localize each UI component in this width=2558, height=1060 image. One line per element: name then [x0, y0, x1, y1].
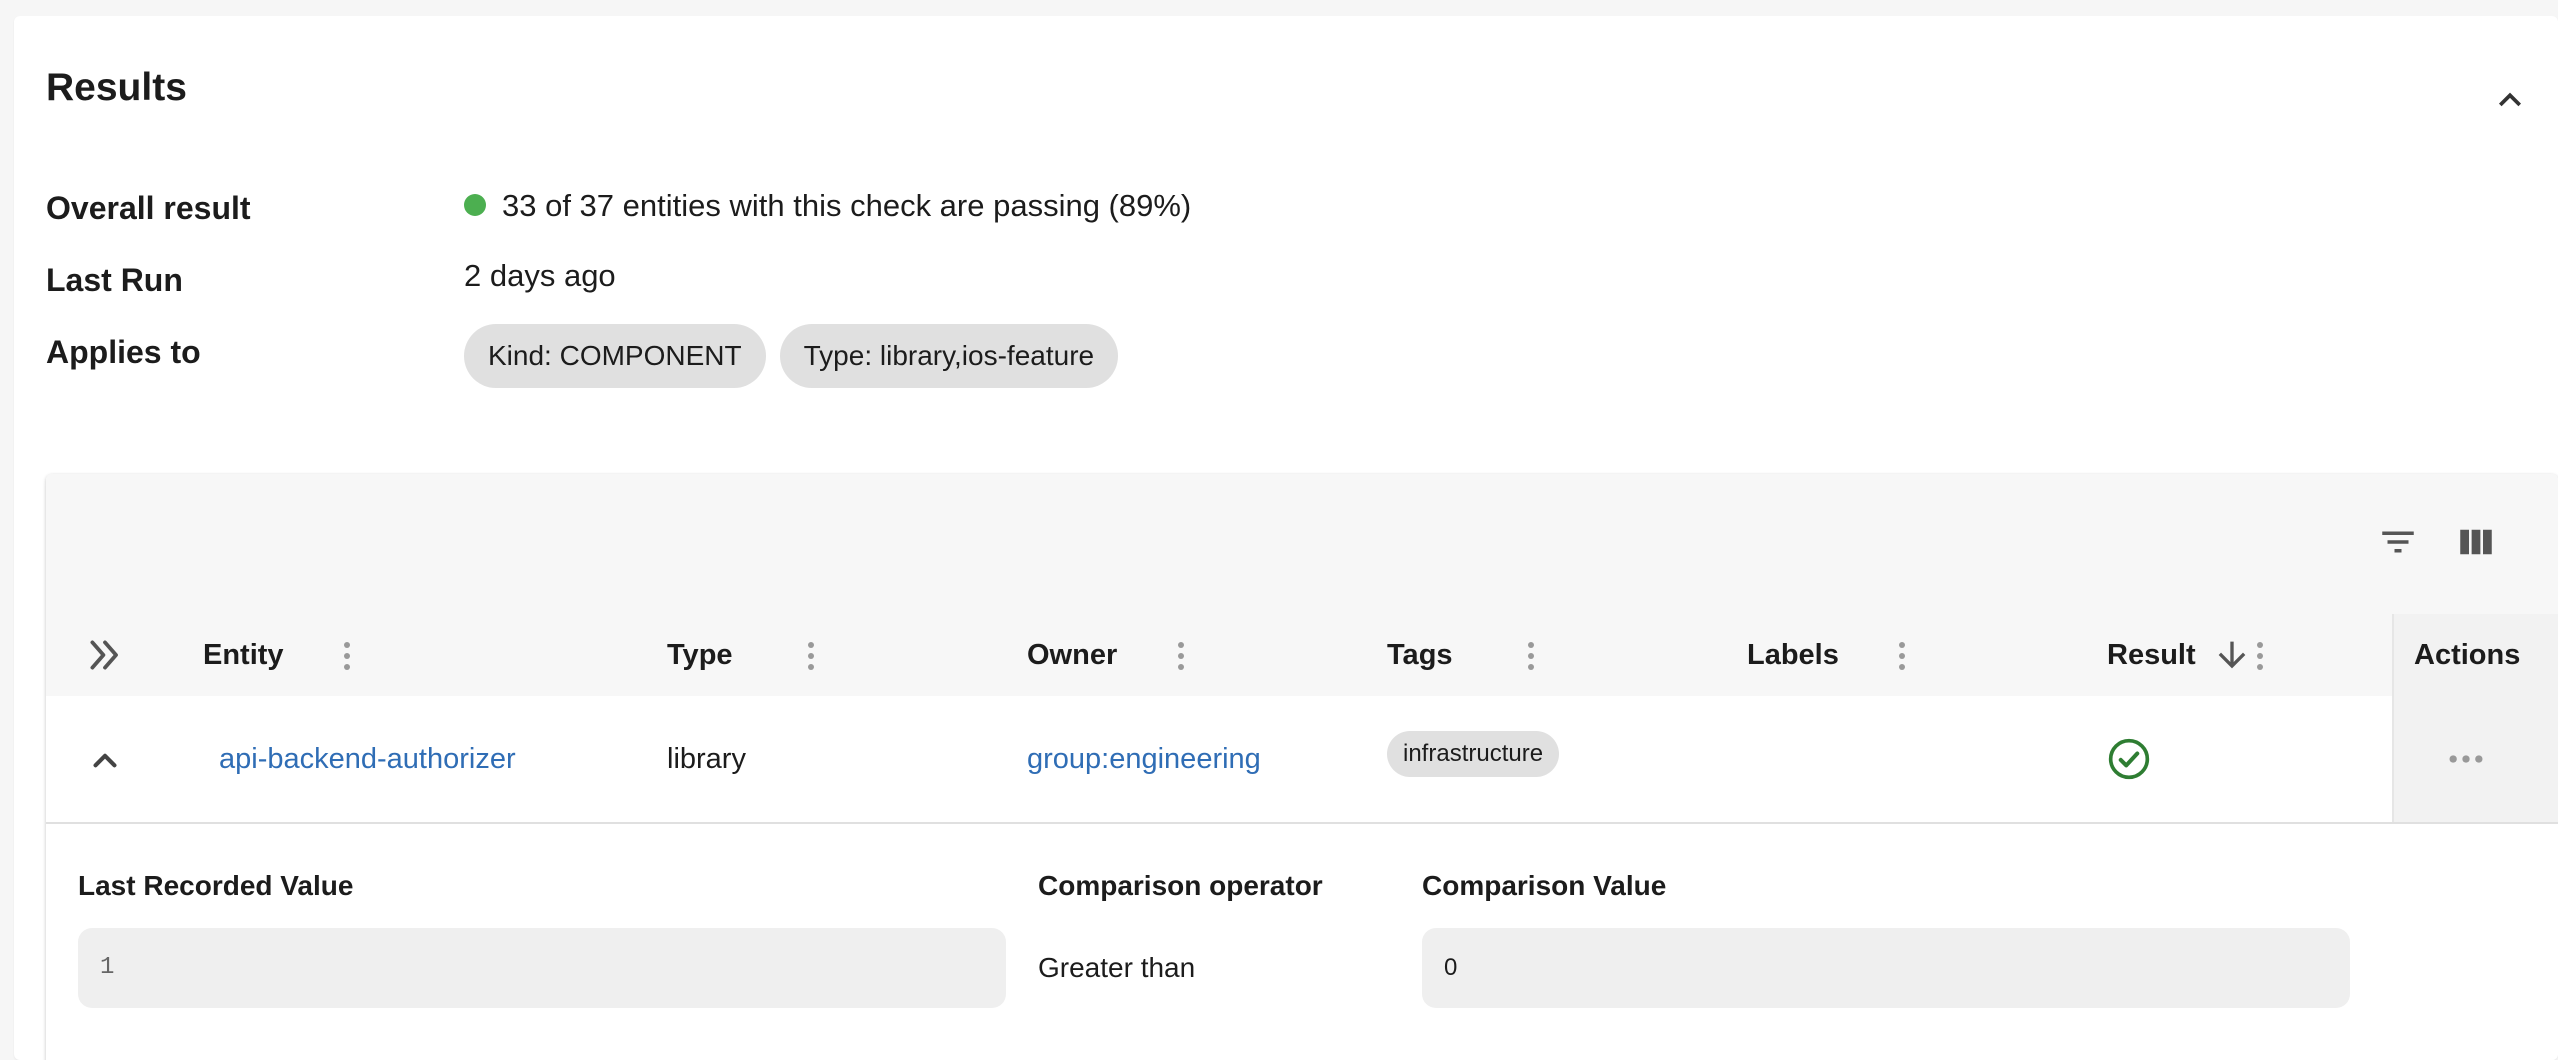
collapse-row-button[interactable] [86, 696, 142, 822]
column-menu-icon[interactable] [2248, 638, 2272, 674]
last-run-label: Last Run [46, 262, 183, 298]
chevron-up-icon [2499, 92, 2521, 107]
results-table: Entity Type Owner Tags Labels Result Act… [46, 474, 2558, 1060]
comparison-value-label: Comparison Value [1422, 870, 1667, 901]
owner-cell: group:engineering [1027, 696, 1261, 822]
arrow-down-icon[interactable] [2212, 634, 2252, 676]
row-detail-panel: Last Recorded Value 1 Comparison operato… [46, 824, 2558, 1060]
column-menu-icon[interactable] [1519, 638, 1543, 674]
status-dot-icon [464, 193, 486, 216]
results-title: Results [46, 66, 187, 109]
column-header-entity[interactable]: Entity [203, 614, 284, 696]
comparison-value-field[interactable]: 0 [1422, 928, 2350, 1008]
table-toolbar [46, 474, 2558, 614]
entity-cell: api-backend-authorizer [219, 696, 516, 822]
overall-result-value: 33 of 37 entities with this check are pa… [464, 188, 1191, 224]
comparison-operator-label: Comparison operator [1038, 870, 1323, 901]
tags-cell: infrastructure [1387, 696, 1560, 822]
last-recorded-value-label: Last Recorded Value [78, 870, 354, 901]
applies-to-label: Applies to [46, 334, 201, 370]
row-actions-button[interactable] [2444, 737, 2488, 781]
column-header-result[interactable]: Result [2107, 614, 2196, 696]
view-columns-button[interactable] [2446, 512, 2506, 572]
column-header-tags[interactable]: Tags [1387, 614, 1453, 696]
actions-cell [2392, 696, 2558, 822]
table-row: api-backend-authorizer library group:eng… [46, 696, 2558, 824]
column-menu-icon[interactable] [1169, 638, 1193, 674]
tag-chip[interactable]: infrastructure [1387, 731, 1560, 778]
actions-header-cell: Actions [2392, 614, 2558, 696]
column-header-actions: Actions [2414, 639, 2521, 671]
filter-icon [2382, 531, 2414, 553]
last-run-value: 2 days ago [464, 258, 616, 293]
applies-to-chip[interactable]: Kind: COMPONENT [464, 324, 766, 388]
result-cell [2107, 696, 2151, 822]
overall-result-label: Overall result [46, 190, 251, 226]
filter-button[interactable] [2368, 512, 2428, 572]
expand-all-button[interactable] [86, 614, 124, 696]
last-recorded-value-field[interactable]: 1 [78, 928, 1006, 1008]
overall-result-text: 33 of 37 entities with this check are pa… [502, 188, 1192, 223]
applies-to-chip[interactable]: Type: library,ios-feature [779, 324, 1119, 388]
column-menu-icon[interactable] [335, 638, 359, 674]
comparison-operator-value: Greater than [1038, 952, 1196, 983]
results-card: Results Overall result 33 of 37 entities… [14, 16, 2558, 1060]
column-header-labels[interactable]: Labels [1747, 614, 1839, 696]
entity-link[interactable]: api-backend-authorizer [219, 743, 516, 775]
chevron-up-icon [93, 753, 117, 768]
type-cell: library [667, 743, 746, 775]
column-menu-icon[interactable] [799, 638, 823, 674]
collapse-results-button[interactable] [2488, 78, 2532, 122]
table-header: Entity Type Owner Tags Labels Result Act… [46, 614, 2558, 698]
column-menu-icon[interactable] [1890, 638, 1914, 674]
applies-to-chips: Kind: COMPONENT Type: library,ios-feature [464, 324, 1132, 388]
more-horizontal-icon [2449, 755, 2483, 763]
column-header-owner[interactable]: Owner [1027, 614, 1117, 696]
check-circle-icon [2108, 738, 2150, 780]
view-columns-icon [2460, 529, 2492, 555]
double-chevron-right-icon [90, 640, 118, 670]
column-header-type[interactable]: Type [667, 614, 733, 696]
owner-link[interactable]: group:engineering [1027, 743, 1261, 775]
